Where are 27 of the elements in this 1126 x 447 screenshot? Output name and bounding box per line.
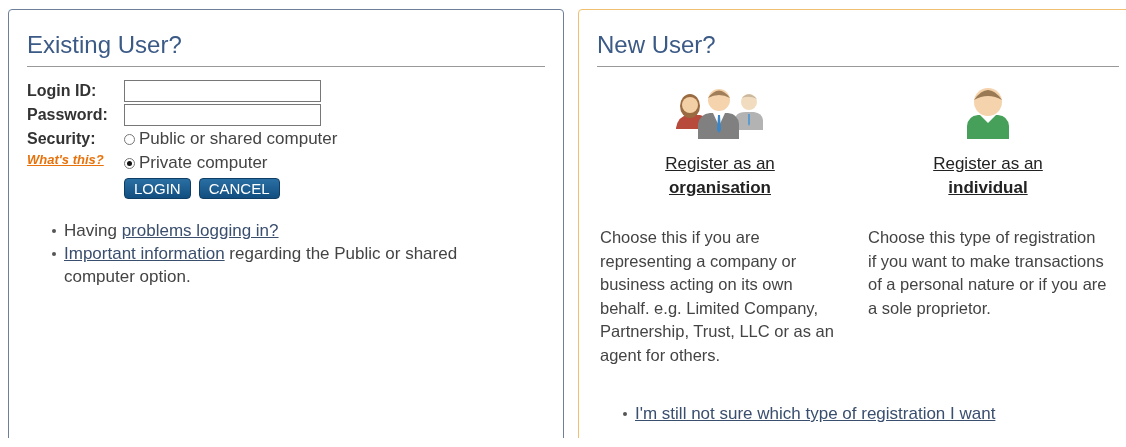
input-field[interactable] bbox=[124, 104, 321, 126]
help-text: Having problems logging in? bbox=[64, 220, 279, 242]
help-link[interactable]: problems logging in? bbox=[121, 221, 279, 240]
option-description: Choose this if you are representing a company or business acting on its own behalf. e.g. Limited Company, Partnership, Trust, LLC or as an agent for others. bbox=[600, 227, 835, 366]
bullet-icon bbox=[623, 412, 627, 416]
bullet-icon bbox=[52, 229, 56, 233]
register-link[interactable]: Register as an organisation bbox=[655, 152, 785, 200]
bullet-icon bbox=[52, 252, 56, 256]
field-label: Login ID: bbox=[27, 81, 97, 101]
radio-button[interactable] bbox=[124, 157, 135, 169]
person-icon bbox=[966, 86, 1010, 140]
radio-label: Public or shared computer bbox=[139, 128, 338, 150]
radio-button[interactable] bbox=[124, 133, 135, 145]
people-group-icon bbox=[676, 86, 764, 140]
register-link[interactable]: Register as an individual bbox=[923, 152, 1053, 200]
option-description: Choose this type of registration if you want to make transactions of a personal nature or if you are a sole proprietor. bbox=[868, 227, 1108, 319]
help-link[interactable]: I'm still not sure which type of registration I want bbox=[635, 402, 996, 425]
radio-label: Private computer bbox=[139, 152, 268, 174]
panel-title: New User? bbox=[597, 30, 717, 60]
help-text: Important information regarding the Public or shared computer option. bbox=[64, 243, 459, 288]
help-link[interactable]: Important information bbox=[64, 244, 225, 263]
panel-title: Existing User? bbox=[27, 30, 183, 60]
cancel-button[interactable]: CANCEL bbox=[198, 178, 280, 199]
field-label: Password: bbox=[27, 105, 108, 125]
field-label: Security: bbox=[27, 129, 96, 149]
input-field[interactable] bbox=[124, 80, 321, 102]
login-button[interactable]: LOGIN bbox=[124, 178, 191, 199]
